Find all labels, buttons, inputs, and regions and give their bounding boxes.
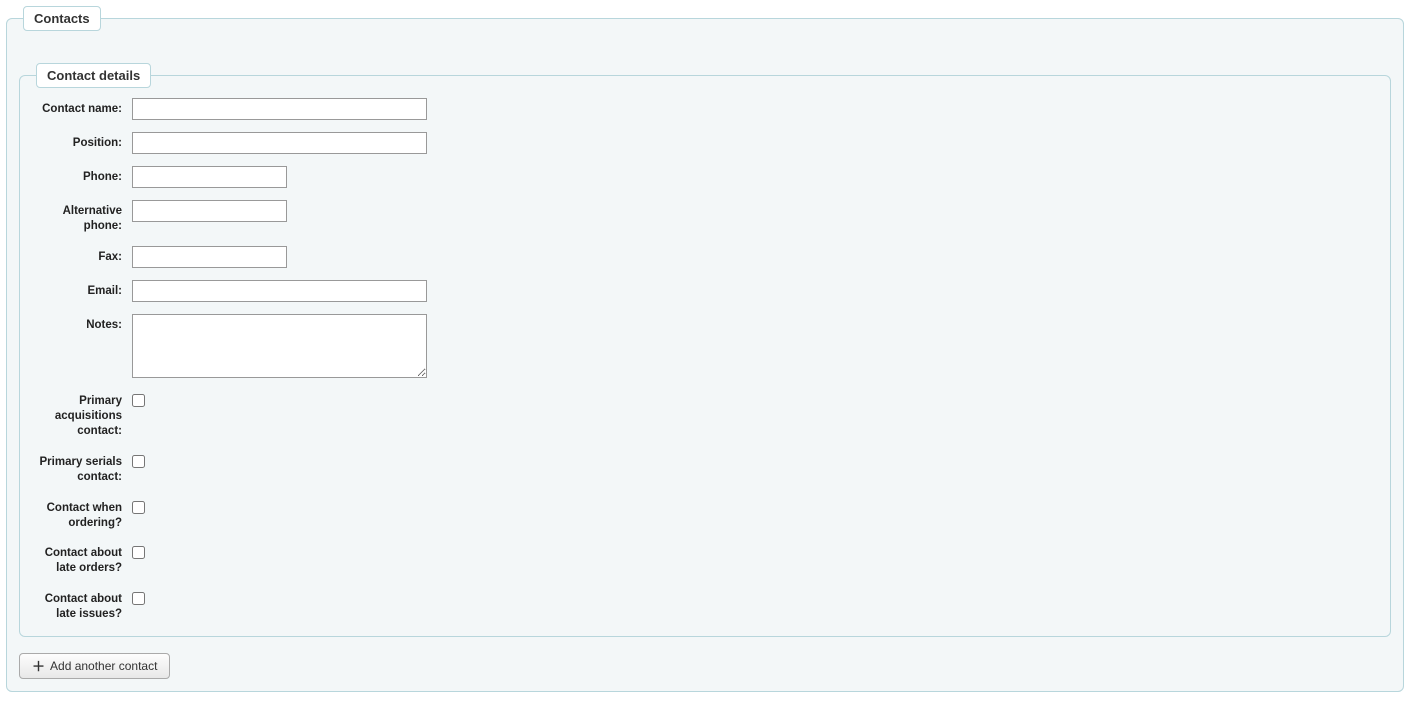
row-contact-ordering: Contact when ordering?	[32, 497, 1378, 531]
contacts-legend: Contacts	[23, 6, 101, 31]
add-button-label: Add another contact	[50, 659, 157, 673]
add-another-contact-button[interactable]: ＋ Add another contact	[19, 653, 170, 679]
input-position[interactable]	[132, 132, 427, 154]
row-contact-late-issues: Contact about late issues?	[32, 588, 1378, 622]
row-position: Position:	[32, 132, 1378, 154]
contacts-fieldset: Contacts Contact details Contact name: P…	[6, 6, 1404, 692]
label-phone: Phone:	[32, 166, 132, 185]
label-fax: Fax:	[32, 246, 132, 265]
input-contact-name[interactable]	[132, 98, 427, 120]
checkbox-primary-serials[interactable]	[132, 455, 145, 468]
row-primary-acq: Primary acquisitions contact:	[32, 390, 1378, 439]
textarea-notes[interactable]	[132, 314, 427, 378]
label-primary-serials: Primary serials contact:	[32, 451, 132, 485]
checkbox-contact-late-issues[interactable]	[132, 592, 145, 605]
label-position: Position:	[32, 132, 132, 151]
input-alt-phone[interactable]	[132, 200, 287, 222]
row-primary-serials: Primary serials contact:	[32, 451, 1378, 485]
checkbox-contact-late-orders[interactable]	[132, 546, 145, 559]
input-fax[interactable]	[132, 246, 287, 268]
contact-details-fieldset: Contact details Contact name: Position: …	[19, 63, 1391, 637]
plus-icon: ＋	[32, 660, 45, 673]
label-contact-late-orders: Contact about late orders?	[32, 542, 132, 576]
contact-details-legend: Contact details	[36, 63, 151, 88]
input-email[interactable]	[132, 280, 427, 302]
row-fax: Fax:	[32, 246, 1378, 268]
label-email: Email:	[32, 280, 132, 299]
row-contact-late-orders: Contact about late orders?	[32, 542, 1378, 576]
label-contact-ordering: Contact when ordering?	[32, 497, 132, 531]
row-email: Email:	[32, 280, 1378, 302]
checkbox-contact-ordering[interactable]	[132, 501, 145, 514]
label-contact-name: Contact name:	[32, 98, 132, 117]
row-notes: Notes:	[32, 314, 1378, 378]
row-phone: Phone:	[32, 166, 1378, 188]
row-contact-name: Contact name:	[32, 98, 1378, 120]
label-alt-phone: Alternative phone:	[32, 200, 132, 234]
label-primary-acq: Primary acquisitions contact:	[32, 390, 132, 439]
label-notes: Notes:	[32, 314, 132, 333]
row-alt-phone: Alternative phone:	[32, 200, 1378, 234]
input-phone[interactable]	[132, 166, 287, 188]
checkbox-primary-acq[interactable]	[132, 394, 145, 407]
label-contact-late-issues: Contact about late issues?	[32, 588, 132, 622]
